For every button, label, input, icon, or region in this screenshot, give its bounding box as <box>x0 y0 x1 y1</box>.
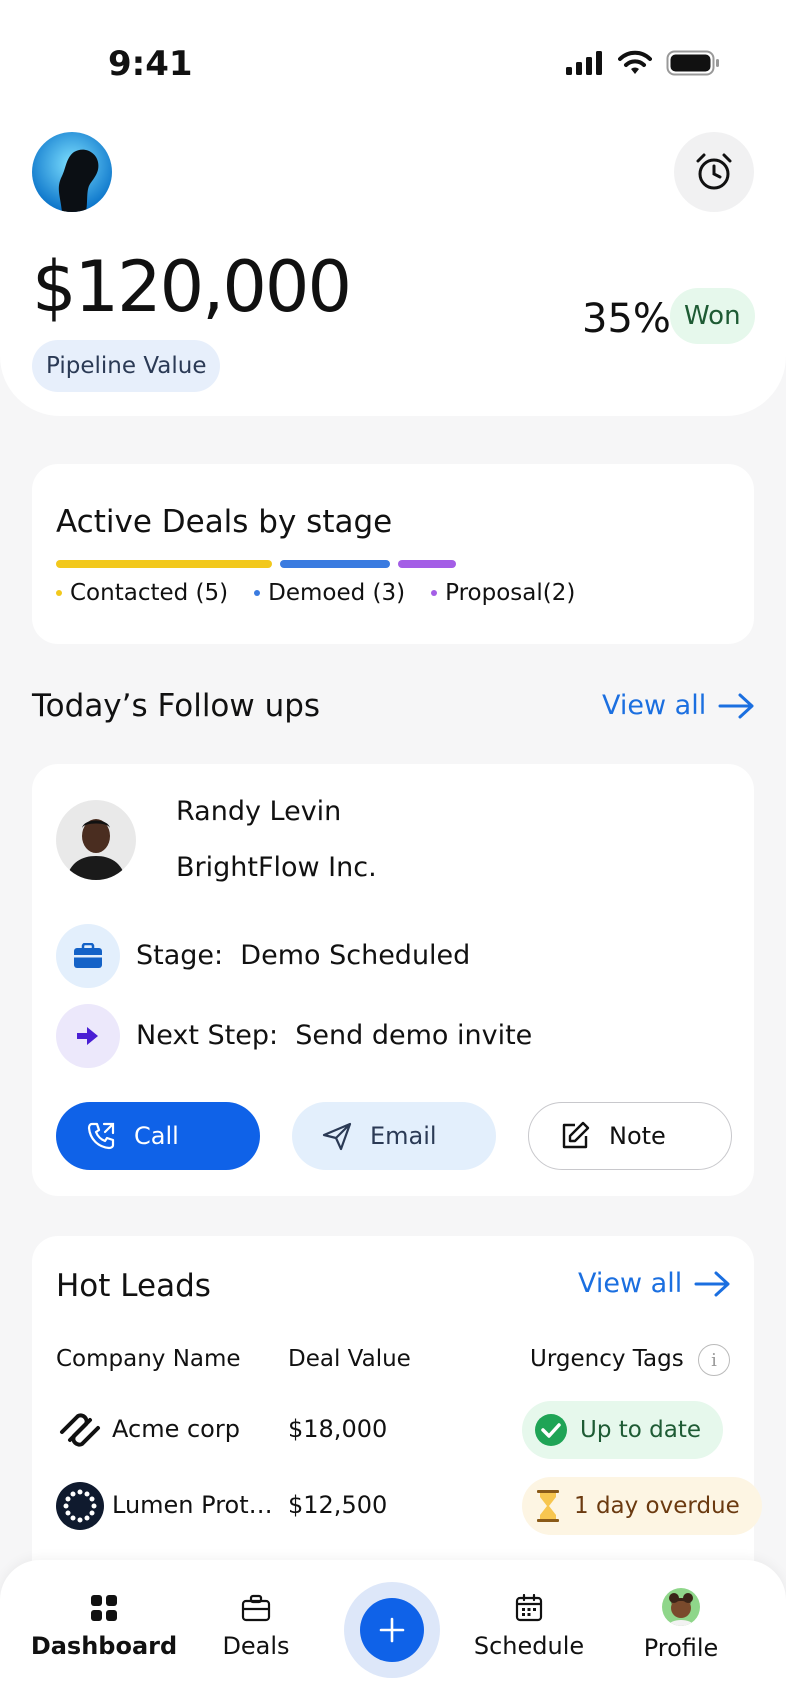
contact-name: Randy Levin <box>176 796 342 827</box>
tag-up-to-date: Up to date <box>522 1401 724 1459</box>
pipeline-value: $120,000 <box>32 246 352 328</box>
nav-profile[interactable]: Profile <box>636 1588 726 1662</box>
call-button[interactable]: Call <box>56 1102 260 1170</box>
user-avatar[interactable] <box>32 132 112 212</box>
profile-avatar <box>662 1588 700 1626</box>
arrow-right-bold-icon <box>77 1027 98 1045</box>
edit-note-icon <box>562 1121 590 1149</box>
followups-title: Today’s Follow ups <box>32 688 321 724</box>
lead-value: $18,000 <box>288 1415 388 1443</box>
won-percent: 35% <box>582 296 671 342</box>
stage-row: Stage: Demo Scheduled <box>136 940 471 971</box>
nav-deals[interactable]: Deals <box>206 1594 306 1660</box>
col-urgency: Urgency Tags <box>530 1346 684 1372</box>
pipeline-label: Pipeline Value <box>32 340 221 392</box>
acme-logo-icon <box>56 1406 104 1454</box>
stage-title: Active Deals by stage <box>56 504 393 540</box>
lead-company: Acme corp <box>112 1415 240 1443</box>
info-icon[interactable]: i <box>698 1344 730 1376</box>
fab-inner <box>360 1598 424 1662</box>
status-icons <box>566 50 720 76</box>
hot-leads-title: Hot Leads <box>56 1268 211 1304</box>
col-company: Company Name <box>56 1346 241 1372</box>
note-button[interactable]: Note <box>528 1102 732 1170</box>
lead-value: $12,500 <box>288 1491 388 1519</box>
alarm-clock-icon <box>696 153 732 190</box>
legend-demoed: Demoed (3) <box>254 580 405 606</box>
deals-by-stage-card: Active Deals by stage <box>32 464 754 644</box>
hot-leads-view-all[interactable]: View all <box>578 1268 732 1299</box>
add-button[interactable] <box>344 1582 440 1678</box>
next-step-icon-wrap <box>56 1004 120 1068</box>
wifi-icon <box>618 50 652 74</box>
contact-company: BrightFlow Inc. <box>176 852 377 883</box>
plus-icon <box>379 1617 405 1643</box>
stage-bar-demoed <box>280 560 390 568</box>
stage-icon-wrap <box>56 924 120 988</box>
next-step-row: Next Step: Send demo invite <box>136 1020 533 1051</box>
calendar-icon <box>515 1594 543 1622</box>
lead-company: Lumen Prot… <box>112 1491 273 1519</box>
stage-bar-contacted <box>56 560 272 568</box>
col-deal-value: Deal Value <box>288 1346 411 1372</box>
stage-legend: Contacted (5) Demoed (3) Proposal(2) <box>56 580 575 606</box>
won-label: Won <box>670 288 755 344</box>
arrow-right-icon <box>694 1271 730 1296</box>
email-button[interactable]: Email <box>292 1102 496 1170</box>
check-circle-icon <box>535 1414 567 1446</box>
battery-icon <box>666 50 719 76</box>
header: 9:41 $120,000 Pipeline Value 35% Won <box>0 0 786 416</box>
contact-avatar <box>56 800 136 880</box>
dashboard-grid-icon <box>91 1595 117 1621</box>
send-icon <box>322 1122 352 1151</box>
nav-dashboard[interactable]: Dashboard <box>31 1594 177 1660</box>
nav-schedule[interactable]: Schedule <box>470 1594 588 1660</box>
status-time: 9:41 <box>108 44 193 84</box>
phone-call-icon <box>87 1122 115 1150</box>
tag-overdue: 1 day overdue <box>522 1477 762 1535</box>
legend-proposal: Proposal(2) <box>431 580 575 606</box>
followups-view-all[interactable]: View all <box>602 690 756 721</box>
alarm-button[interactable] <box>674 132 754 212</box>
stage-bar-proposal <box>398 560 456 568</box>
lumen-logo-icon <box>56 1482 104 1530</box>
arrow-right-icon <box>718 693 754 718</box>
briefcase-icon <box>74 943 102 968</box>
signal-icon <box>566 51 602 75</box>
briefcase-outline-icon <box>241 1594 271 1622</box>
legend-contacted: Contacted (5) <box>56 580 228 606</box>
hourglass-icon <box>537 1490 559 1522</box>
